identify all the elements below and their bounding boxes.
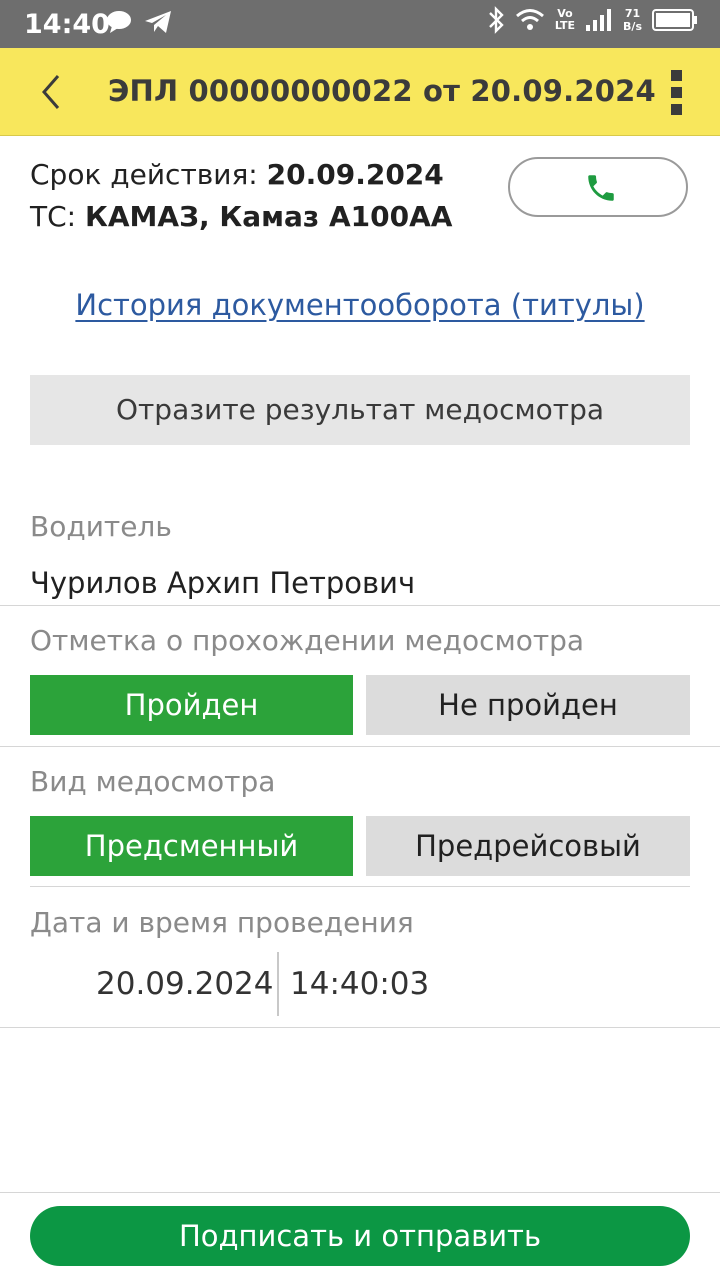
bluetooth-icon [488,6,504,34]
option-not-passed[interactable]: Не пройден [366,675,690,735]
phone-icon [588,175,614,201]
status-time: 14:40 [24,9,110,40]
document-info: Срок действия: 20.09.2024 ТС: КАМАЗ, Кам… [30,154,452,238]
page-title: ЭПЛ 00000000022 от 20.09.2024 [108,74,656,108]
driver-label: Водитель [30,510,172,543]
more-menu-button[interactable] [668,70,684,116]
network-speed: 71 B/s [623,7,642,33]
option-pre-trip[interactable]: Предрейсовый [366,816,690,876]
signal-icon [586,9,612,31]
validity-row: Срок действия: 20.09.2024 [30,154,452,196]
divider [0,746,720,747]
time-field[interactable]: 14:40:03 [290,966,429,1002]
chevron-left-icon [42,75,60,109]
battery-icon [652,9,697,31]
date-field[interactable]: 20.09.2024 [96,966,274,1002]
medical-type-label: Вид медосмотра [30,765,276,798]
driver-value[interactable]: Чурилов Архип Петрович [30,566,415,600]
volte-indicator: Vo LTE [554,7,576,32]
vehicle-value: КАМАЗ, Камаз А100АА [85,200,453,233]
divider [30,886,690,887]
medical-mark-label: Отметка о прохождении медосмотра [30,624,585,657]
option-pre-shift[interactable]: Предсменный [30,816,353,876]
call-button[interactable] [508,157,688,217]
more-vert-icon [670,70,682,81]
vehicle-row: ТС: КАМАЗ, Камаз А100АА [30,196,452,238]
app-bar: ЭПЛ 00000000022 от 20.09.2024 [0,48,720,136]
footer-divider [0,1192,720,1193]
telegram-icon [145,11,171,33]
chat-bubble-icon [107,11,131,33]
vehicle-label: ТС: [30,200,85,233]
back-button[interactable] [30,70,74,114]
medical-result-button[interactable]: Отразите результат медосмотра [30,375,690,445]
wifi-icon [515,9,544,30]
validity-label: Срок действия: [30,158,267,191]
divider [0,605,720,606]
datetime-separator [277,952,279,1016]
validity-value: 20.09.2024 [266,158,444,191]
status-bar: 14:40 Vo LTE 71 B/s [0,0,720,48]
option-passed[interactable]: Пройден [30,675,353,735]
divider [0,1027,720,1028]
datetime-label: Дата и время проведения [30,906,414,939]
sign-and-send-button[interactable]: Подписать и отправить [30,1206,690,1266]
history-link[interactable]: История документооборота (титулы) [0,288,720,322]
